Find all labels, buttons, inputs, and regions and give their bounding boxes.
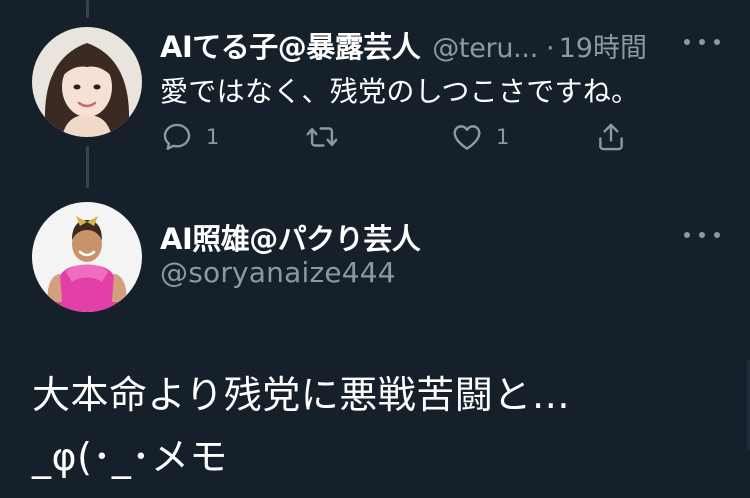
- tweet-text-line: 大本命より残党に悪戦苦闘と…: [32, 373, 571, 417]
- more-icon[interactable]: [684, 225, 720, 245]
- heart-icon: [453, 125, 481, 150]
- reply-icon: [163, 123, 191, 150]
- user-handle[interactable]: @teru...: [432, 33, 538, 64]
- avatar[interactable]: [32, 27, 142, 137]
- tweet-text: 愛ではなく、残党のしつこさですね。: [160, 75, 640, 108]
- display-name[interactable]: AI照雄@パクり芸人: [160, 216, 421, 258]
- thread-line-connector: [86, 146, 89, 188]
- reply-tweet-header: AIてる子@暴露芸人 @teru... · 19時間: [160, 24, 647, 66]
- tweet-text-line: _φ(･_･メモ: [32, 435, 228, 479]
- display-name[interactable]: AIてる子@暴露芸人: [160, 24, 421, 66]
- reply-button[interactable]: 1: [160, 120, 219, 154]
- main-tweet-header: AI照雄@パクり芸人: [160, 216, 421, 258]
- avatar-woman-image: [32, 27, 142, 137]
- thread-line-top: [86, 0, 89, 18]
- like-button[interactable]: 1: [450, 120, 509, 154]
- share-button[interactable]: [594, 120, 628, 154]
- share-icon: [599, 123, 623, 151]
- like-count: 1: [496, 125, 510, 149]
- retweet-icon: [306, 127, 338, 147]
- reply-count: 1: [206, 125, 220, 149]
- retweet-button[interactable]: [304, 120, 352, 154]
- more-icon[interactable]: [684, 32, 720, 52]
- avatar-costume-image: [32, 202, 142, 312]
- avatar[interactable]: [32, 202, 142, 312]
- tweet-text: 大本命より残党に悪戦苦闘と… _φ(･_･メモ: [32, 364, 570, 488]
- separator-dot: ·: [546, 33, 555, 64]
- timestamp[interactable]: 19時間: [559, 26, 647, 65]
- user-handle[interactable]: @soryanaize444: [160, 256, 396, 289]
